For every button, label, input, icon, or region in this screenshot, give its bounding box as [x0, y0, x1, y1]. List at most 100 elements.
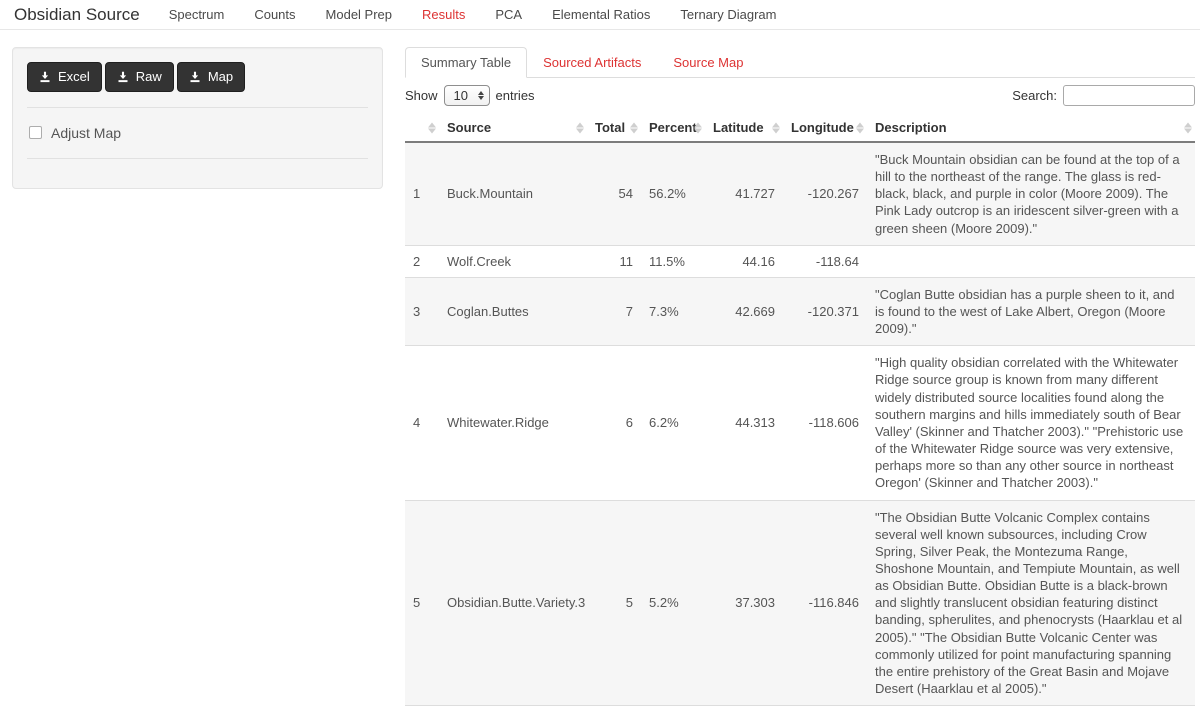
navbar-item[interactable]: Ternary Diagram [665, 7, 791, 22]
sort-icon [428, 122, 436, 133]
results-tab[interactable]: Source Map [657, 47, 759, 78]
column-header-label: Latitude [713, 120, 764, 135]
column-header[interactable] [405, 114, 439, 142]
column-header-label: Longitude [791, 120, 854, 135]
longitude-cell: -116.846 [783, 500, 867, 706]
latitude-cell: 37.303 [705, 500, 783, 706]
entries-label: entries [496, 88, 535, 103]
total-cell: 6 [587, 346, 641, 500]
column-header[interactable]: Longitude [783, 114, 867, 142]
total-cell: 54 [587, 142, 641, 245]
page-length-control: Show 10 entries [405, 85, 535, 106]
search-input[interactable] [1063, 85, 1195, 106]
sort-icon [856, 122, 864, 133]
results-tabbar: Summary TableSourced ArtifactsSource Map [405, 47, 1195, 78]
row-number-cell: 4 [405, 346, 439, 500]
navbar-item[interactable]: PCA [480, 7, 537, 22]
download-button[interactable]: Excel [27, 62, 102, 92]
sidebar-well: Excel Raw [12, 47, 383, 189]
download-icon [117, 71, 129, 83]
row-number-cell: 3 [405, 277, 439, 345]
download-button-label: Raw [136, 69, 162, 85]
longitude-cell: -118.64 [783, 245, 867, 277]
table-controls: Show 10 entries Search: [405, 85, 1195, 106]
column-header[interactable]: Total [587, 114, 641, 142]
percent-cell: 56.2% [641, 142, 705, 245]
navbar-item[interactable]: Results [407, 7, 480, 22]
summary-table: Source Total Percent [405, 114, 1195, 706]
page-size-value: 10 [454, 88, 468, 103]
table-row[interactable]: 4 Whitewater.Ridge 6 6.2% 44.313 -118.60… [405, 346, 1195, 500]
percent-cell: 7.3% [641, 277, 705, 345]
percent-cell: 6.2% [641, 346, 705, 500]
row-number-cell: 5 [405, 500, 439, 706]
total-cell: 5 [587, 500, 641, 706]
page-size-select[interactable]: 10 [444, 85, 490, 106]
row-number-cell: 1 [405, 142, 439, 245]
download-button[interactable]: Raw [105, 62, 174, 92]
longitude-cell: -118.606 [783, 346, 867, 500]
summary-table-body: 1 Buck.Mountain 54 56.2% 41.727 -120.267… [405, 142, 1195, 706]
summary-table-header: Source Total Percent [405, 114, 1195, 142]
column-header-label: Source [447, 120, 491, 135]
column-header[interactable]: Percent [641, 114, 705, 142]
adjust-map-checkbox[interactable] [29, 126, 42, 139]
download-icon [189, 71, 201, 83]
longitude-cell: -120.267 [783, 142, 867, 245]
sort-icon [630, 122, 638, 133]
latitude-cell: 44.16 [705, 245, 783, 277]
column-header-label: Total [595, 120, 625, 135]
app-brand: Obsidian Source [14, 5, 140, 25]
description-cell: "High quality obsidian correlated with t… [867, 346, 1195, 500]
download-button-label: Map [208, 69, 233, 85]
table-row[interactable]: 5 Obsidian.Butte.Variety.3 5 5.2% 37.303… [405, 500, 1195, 706]
table-row[interactable]: 3 Coglan.Buttes 7 7.3% 42.669 -120.371 "… [405, 277, 1195, 345]
description-cell [867, 245, 1195, 277]
percent-cell: 5.2% [641, 500, 705, 706]
percent-cell: 11.5% [641, 245, 705, 277]
show-label: Show [405, 88, 438, 103]
top-navbar: Obsidian Source SpectrumCountsModel Prep… [0, 0, 1200, 30]
page-content: Excel Raw [0, 30, 1200, 706]
description-cell: "The Obsidian Butte Volcanic Complex con… [867, 500, 1195, 706]
table-row[interactable]: 1 Buck.Mountain 54 56.2% 41.727 -120.267… [405, 142, 1195, 245]
results-tab[interactable]: Summary Table [405, 47, 527, 78]
table-row[interactable]: 2 Wolf.Creek 11 11.5% 44.16 -118.64 [405, 245, 1195, 277]
latitude-cell: 42.669 [705, 277, 783, 345]
search-label: Search: [1012, 88, 1057, 103]
column-header[interactable]: Source [439, 114, 587, 142]
sort-icon [576, 122, 584, 133]
column-header[interactable]: Description [867, 114, 1195, 142]
source-cell: Wolf.Creek [439, 245, 587, 277]
adjust-map-label: Adjust Map [51, 125, 121, 141]
select-stepper-icon [478, 91, 484, 100]
download-button-label: Excel [58, 69, 90, 85]
navbar-item[interactable]: Counts [239, 7, 310, 22]
sidebar-divider [27, 107, 368, 108]
navbar-item[interactable]: Elemental Ratios [537, 7, 665, 22]
download-icon [39, 71, 51, 83]
adjust-map-option[interactable]: Adjust Map [27, 123, 368, 143]
results-panel: Summary TableSourced ArtifactsSource Map… [405, 47, 1195, 706]
source-cell: Obsidian.Butte.Variety.3 [439, 500, 587, 706]
results-tab[interactable]: Sourced Artifacts [527, 47, 657, 78]
description-cell: "Coglan Butte obsidian has a purple shee… [867, 277, 1195, 345]
download-button[interactable]: Map [177, 62, 245, 92]
source-cell: Coglan.Buttes [439, 277, 587, 345]
column-header[interactable]: Latitude [705, 114, 783, 142]
row-number-cell: 2 [405, 245, 439, 277]
latitude-cell: 44.313 [705, 346, 783, 500]
table-search: Search: [1012, 85, 1195, 106]
description-cell: "Buck Mountain obsidian can be found at … [867, 142, 1195, 245]
source-cell: Buck.Mountain [439, 142, 587, 245]
navbar-item[interactable]: Spectrum [154, 7, 240, 22]
sidebar: Excel Raw [12, 47, 383, 189]
navbar-item[interactable]: Model Prep [311, 7, 407, 22]
column-header-label: Percent [649, 120, 697, 135]
longitude-cell: -120.371 [783, 277, 867, 345]
sort-icon [772, 122, 780, 133]
latitude-cell: 41.727 [705, 142, 783, 245]
download-button-group: Excel Raw [27, 62, 368, 92]
sort-icon [1184, 122, 1192, 133]
total-cell: 7 [587, 277, 641, 345]
